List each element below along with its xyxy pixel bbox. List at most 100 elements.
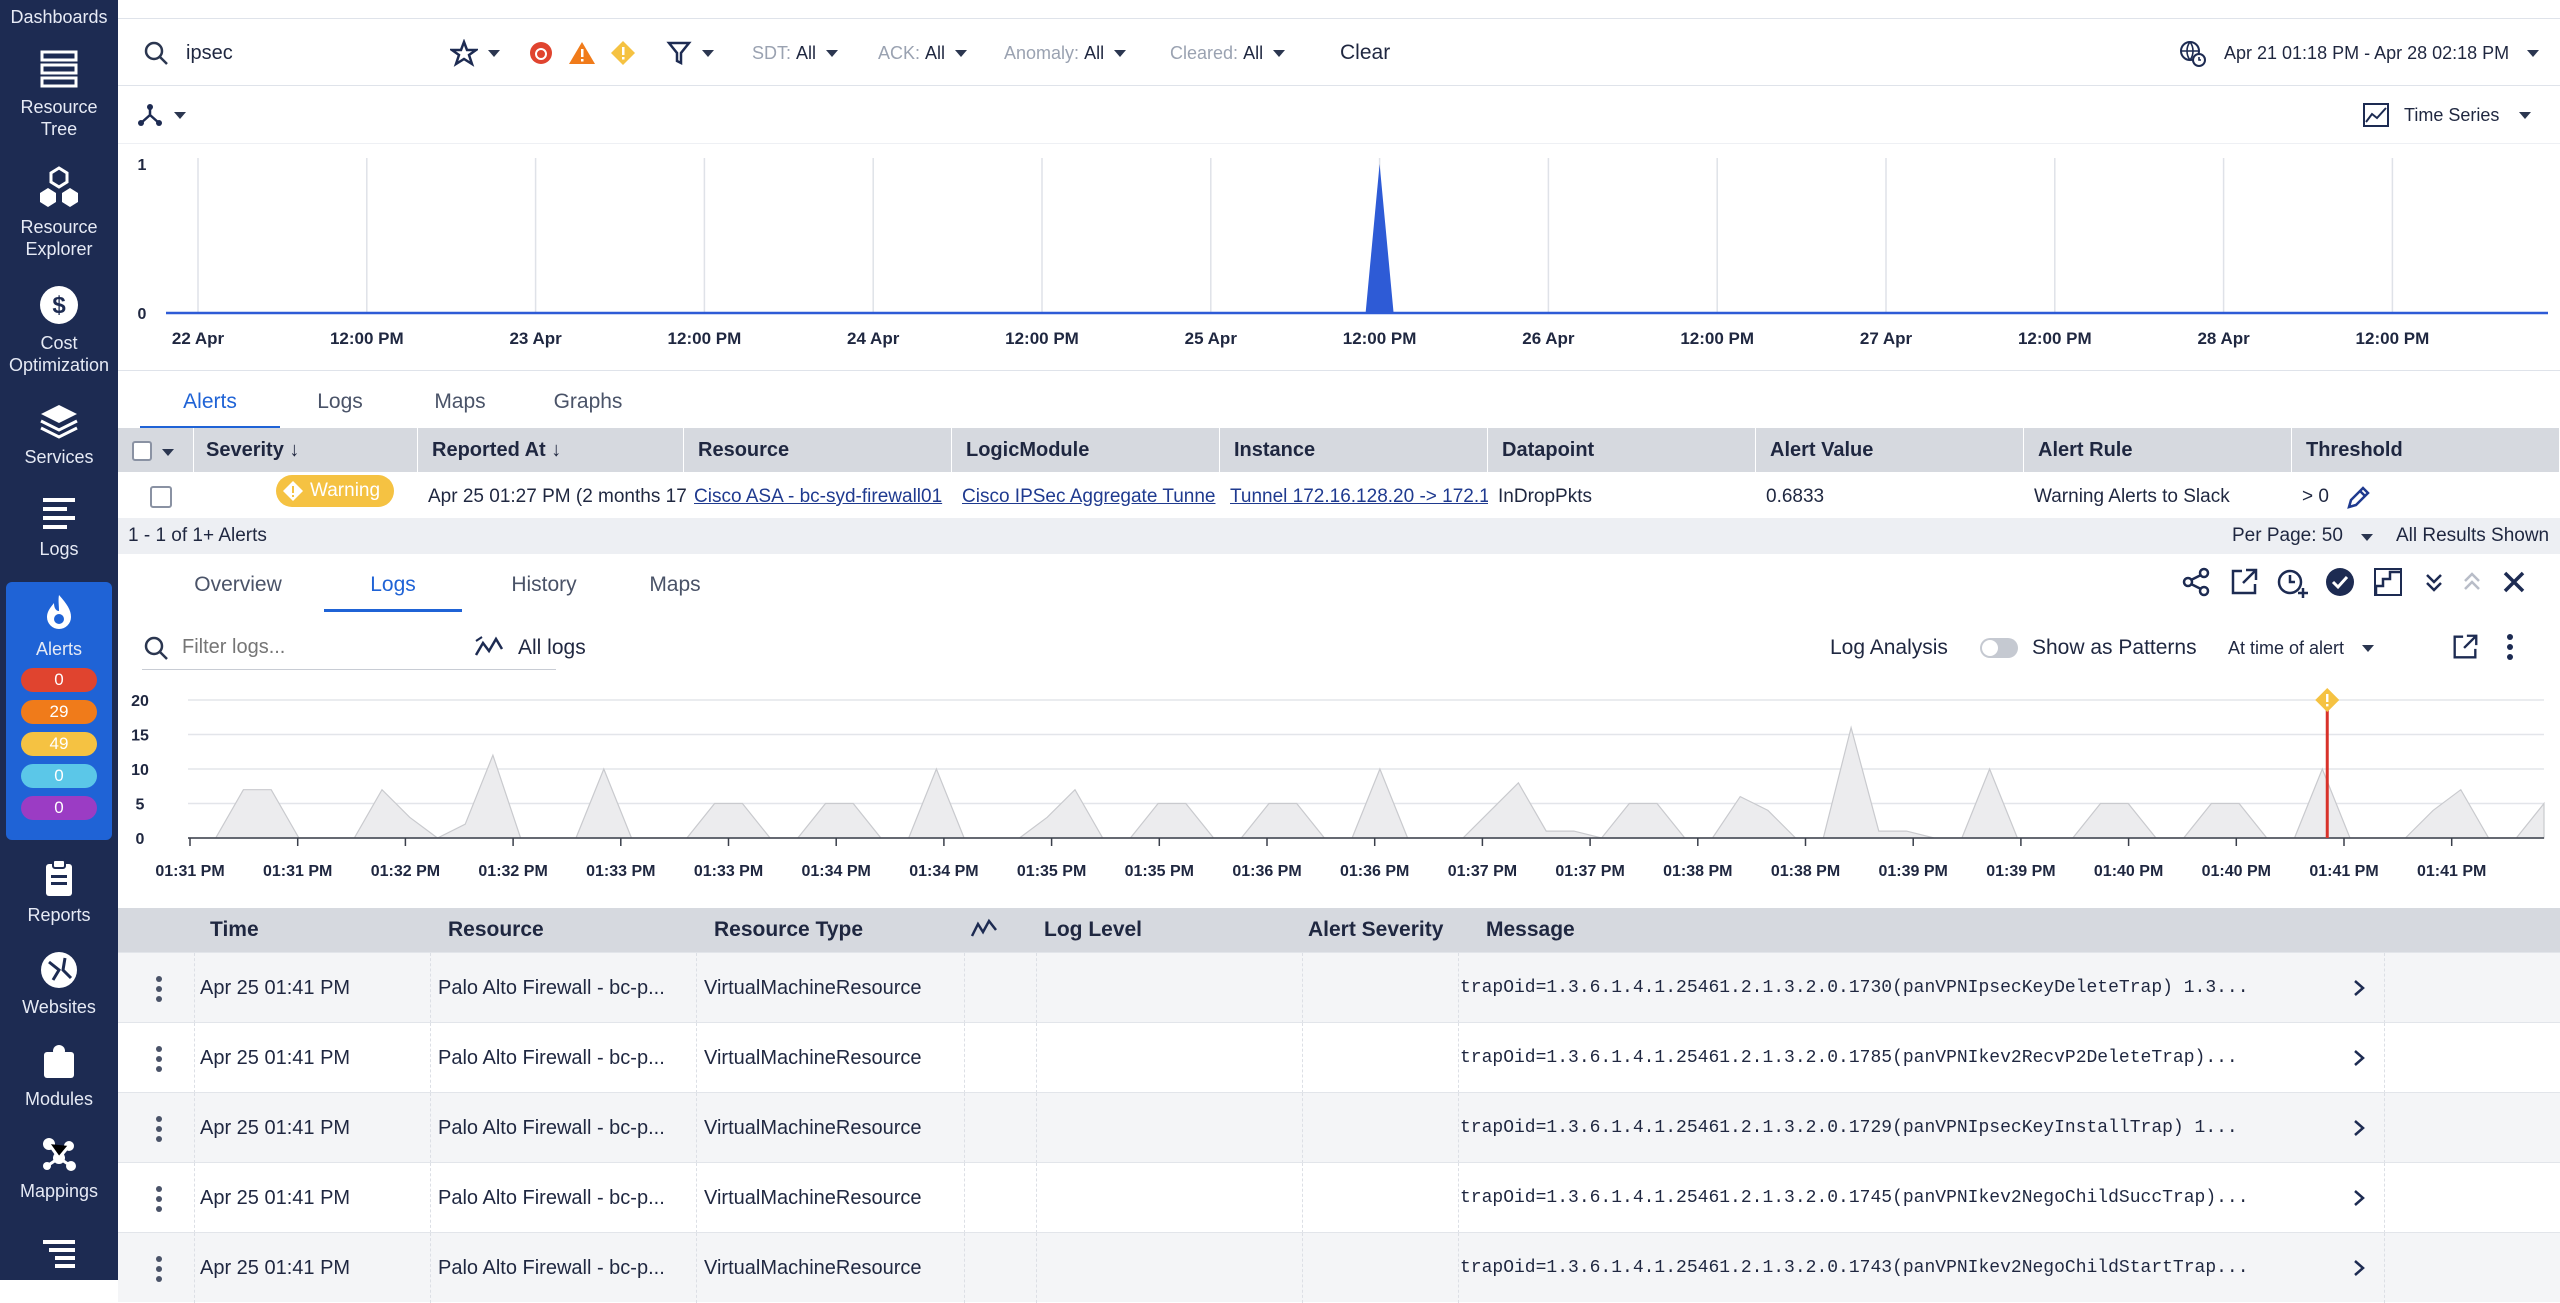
open-external-icon[interactable] bbox=[2450, 632, 2480, 662]
column-threshold[interactable]: Threshold bbox=[2294, 428, 2560, 472]
clear-filters-button[interactable]: Clear bbox=[1340, 19, 1390, 87]
log-filter-input[interactable] bbox=[182, 636, 522, 659]
tab-graphs[interactable]: Graphs bbox=[528, 371, 648, 429]
log-row[interactable]: Apr 25 01:41 PM Palo Alto Firewall - bc-p… bbox=[118, 1092, 2560, 1163]
sidebar-item-resource-explorer[interactable]: Resource Explorer bbox=[0, 166, 118, 266]
search-input[interactable]: ipsec bbox=[186, 42, 233, 65]
per-page-select[interactable]: Per Page: 50 bbox=[2232, 518, 2373, 554]
sidebar-item-resource-tree[interactable]: Resource Tree bbox=[0, 48, 118, 148]
alert-count-critical[interactable]: 0 bbox=[21, 668, 97, 692]
column-message[interactable]: Message bbox=[1474, 908, 1874, 952]
log-row[interactable]: Apr 25 01:41 PM Palo Alto Firewall - bc-p… bbox=[118, 1232, 2560, 1303]
instance-link[interactable]: Tunnel 172.16.128.20 -> 172.16.1 bbox=[1222, 472, 1488, 520]
sidebar-item-modules[interactable]: Modules bbox=[0, 1042, 118, 1122]
log-row[interactable]: Apr 25 01:41 PM Palo Alto Firewall - bc-p… bbox=[118, 1162, 2560, 1233]
toggle-switch[interactable] bbox=[1980, 638, 2018, 658]
select-all-column[interactable] bbox=[118, 428, 194, 472]
log-time: Apr 25 01:41 PM bbox=[200, 1187, 351, 1209]
show-patterns-toggle[interactable]: Show as Patterns bbox=[1980, 620, 2197, 676]
share-icon[interactable] bbox=[2180, 566, 2212, 598]
column-severity[interactable]: Severity ↓ bbox=[194, 428, 418, 472]
tab-maps[interactable]: Maps bbox=[410, 371, 510, 429]
alert-count-warning[interactable]: 49 bbox=[21, 732, 97, 756]
row-menu-icon[interactable] bbox=[154, 1115, 164, 1143]
cleared-filter[interactable]: Cleared: All bbox=[1170, 19, 1286, 87]
column-alert-value[interactable]: Alert Value bbox=[1758, 428, 2024, 472]
sidebar-item-more[interactable] bbox=[0, 1234, 118, 1274]
log-row[interactable]: Apr 25 01:41 PM Palo Alto Firewall - bc-p… bbox=[118, 952, 2560, 1023]
sidebar-item-dashboards[interactable]: Dashboards bbox=[0, 6, 118, 28]
schedule-sdt-icon[interactable] bbox=[2276, 566, 2310, 600]
anomaly-filter[interactable]: Anomaly: All bbox=[1004, 19, 1127, 87]
column-time[interactable]: Time bbox=[198, 908, 358, 952]
close-icon[interactable] bbox=[2500, 568, 2528, 596]
log-analysis-link[interactable]: Log Analysis bbox=[1830, 620, 1948, 676]
chevron-down-icon[interactable] bbox=[162, 449, 174, 456]
resource-link[interactable]: Cisco ASA - bc-syd-firewall01 bbox=[686, 472, 952, 520]
chevron-right-icon[interactable] bbox=[2352, 1049, 2366, 1067]
view-select[interactable]: Time Series bbox=[2362, 86, 2532, 144]
date-range-picker[interactable]: Apr 21 01:18 PM - Apr 28 02:18 PM bbox=[2178, 19, 2540, 87]
column-log-level[interactable]: Log Level bbox=[1032, 908, 1272, 952]
column-alert-severity[interactable]: Alert Severity bbox=[1296, 908, 1456, 952]
cluster-dropdown[interactable] bbox=[136, 86, 186, 144]
row-checkbox[interactable] bbox=[150, 485, 172, 508]
sidebar-item-services[interactable]: Services bbox=[0, 402, 118, 472]
acknowledge-icon[interactable] bbox=[2324, 566, 2356, 598]
alert-count-error[interactable]: 29 bbox=[21, 700, 97, 724]
row-menu-icon[interactable] bbox=[154, 1185, 164, 1213]
filter-dropdown[interactable] bbox=[666, 19, 714, 87]
edit-pencil-icon[interactable] bbox=[2344, 484, 2372, 512]
severity-filter[interactable] bbox=[528, 19, 636, 87]
tab-maps[interactable]: Maps bbox=[616, 554, 734, 612]
alert-count-info[interactable]: 0 bbox=[21, 764, 97, 788]
column-resource[interactable]: Resource bbox=[436, 908, 696, 952]
search-box[interactable]: ipsec bbox=[142, 19, 233, 87]
sidebar-item-logs[interactable]: Logs bbox=[0, 494, 118, 564]
ack-filter[interactable]: ACK: All bbox=[878, 19, 968, 87]
column-alert-rule[interactable]: Alert Rule bbox=[2026, 428, 2292, 472]
chevron-right-icon[interactable] bbox=[2352, 1189, 2366, 1207]
time-scope-select[interactable]: At time of alert bbox=[2228, 620, 2375, 676]
sidebar-item-reports[interactable]: Reports bbox=[0, 858, 118, 938]
column-label: Severity bbox=[206, 439, 284, 461]
row-checkbox-cell[interactable] bbox=[142, 472, 186, 520]
x-tick-label: 01:31 PM bbox=[263, 863, 332, 880]
escalation-icon[interactable] bbox=[2372, 566, 2404, 598]
sidebar-item-websites[interactable]: Websites bbox=[0, 950, 118, 1030]
tab-history[interactable]: History bbox=[480, 554, 608, 612]
row-menu-icon[interactable] bbox=[154, 975, 164, 1003]
sidebar-item-alerts[interactable]: Alerts 0 29 49 0 0 bbox=[6, 582, 112, 840]
tab-logs[interactable]: Logs bbox=[324, 554, 462, 612]
x-tick-label: 01:41 PM bbox=[2309, 863, 2378, 880]
all-logs-selector[interactable]: All logs bbox=[474, 620, 586, 676]
alert-count-other[interactable]: 0 bbox=[21, 796, 97, 820]
tab-overview[interactable]: Overview bbox=[158, 554, 318, 612]
column-resource[interactable]: Resource bbox=[686, 428, 952, 472]
column-instance[interactable]: Instance bbox=[1222, 428, 1488, 472]
tab-logs[interactable]: Logs bbox=[290, 371, 390, 429]
column-reported-at[interactable]: Reported At ↓ bbox=[420, 428, 684, 472]
column-resource-type[interactable]: Resource Type bbox=[702, 908, 962, 952]
sidebar-item-mappings[interactable]: Mappings bbox=[0, 1134, 118, 1214]
row-menu-icon[interactable] bbox=[154, 1255, 164, 1283]
sdt-filter[interactable]: SDT: All bbox=[752, 19, 839, 87]
chevron-right-icon[interactable] bbox=[2352, 1119, 2366, 1137]
tab-alerts[interactable]: Alerts bbox=[140, 371, 280, 429]
severity-label: Warning bbox=[310, 480, 381, 501]
chevron-right-icon[interactable] bbox=[2352, 979, 2366, 997]
log-row[interactable]: Apr 25 01:41 PM Palo Alto Firewall - bc-p… bbox=[118, 1022, 2560, 1093]
more-vertical-icon[interactable] bbox=[2500, 632, 2520, 662]
logicmodule-link[interactable]: Cisco IPSec Aggregate Tunne bbox=[954, 472, 1220, 520]
select-all-checkbox[interactable] bbox=[132, 440, 152, 461]
column-logicmodule[interactable]: LogicModule bbox=[954, 428, 1220, 472]
sidebar-item-cost-optimization[interactable]: $ Cost Optimization bbox=[0, 284, 118, 384]
favorites-dropdown[interactable] bbox=[450, 19, 500, 87]
chevron-right-icon[interactable] bbox=[2352, 1259, 2366, 1277]
collapse-up-icon[interactable] bbox=[2458, 568, 2486, 596]
expand-down-icon[interactable] bbox=[2420, 568, 2448, 596]
anomaly-column-icon[interactable] bbox=[970, 918, 998, 942]
column-datapoint[interactable]: Datapoint bbox=[1490, 428, 1756, 472]
row-menu-icon[interactable] bbox=[154, 1045, 164, 1073]
open-external-icon[interactable] bbox=[2228, 566, 2260, 598]
